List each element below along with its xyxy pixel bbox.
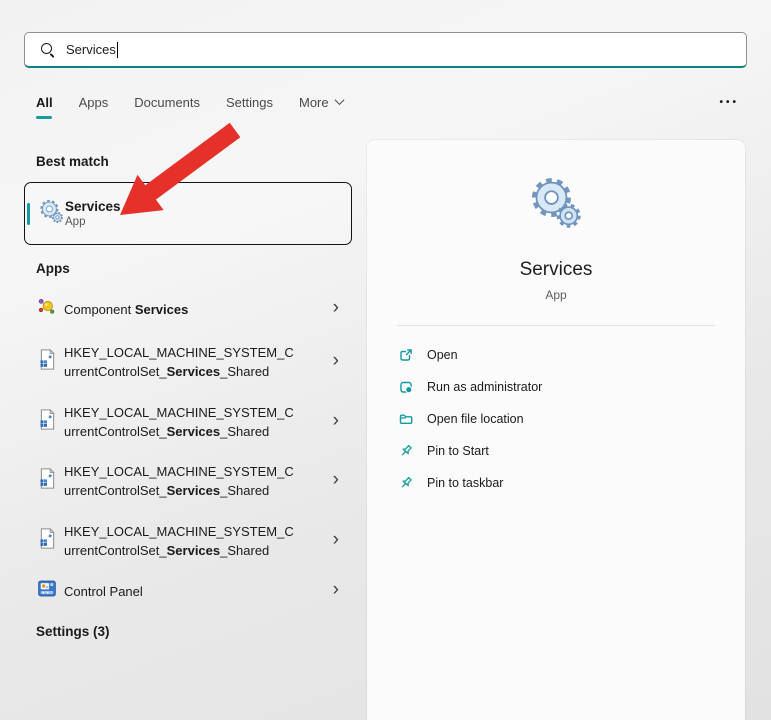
result-label: Component Services: [64, 300, 312, 319]
overflow-menu-button[interactable]: •••: [719, 97, 739, 108]
search-input[interactable]: Services: [24, 32, 747, 68]
pin-icon: [398, 443, 414, 459]
tab-settings-label: Settings: [226, 95, 273, 110]
result-registry-item[interactable]: HKEY_LOCAL_MACHINE_SYSTEM_C urrentContro…: [24, 515, 352, 567]
result-registry-item[interactable]: HKEY_LOCAL_MACHINE_SYSTEM_C urrentContro…: [24, 455, 352, 507]
result-label: Control Panel: [64, 582, 312, 601]
chevron-down-icon: [334, 95, 344, 105]
result-control-panel[interactable]: Control Panel ›: [24, 570, 352, 612]
tab-all[interactable]: All: [36, 95, 53, 119]
tab-selected-indicator: [36, 116, 52, 119]
result-label: HKEY_LOCAL_MACHINE_SYSTEM_C urrentContro…: [64, 403, 312, 441]
action-label: Pin to Start: [427, 444, 489, 458]
folder-icon: [398, 411, 414, 427]
best-match-heading: Best match: [36, 154, 109, 169]
run-admin-icon: [398, 379, 414, 395]
tab-apps-label: Apps: [79, 95, 109, 110]
chevron-right-icon[interactable]: ›: [333, 297, 339, 319]
action-label: Pin to taskbar: [427, 476, 503, 490]
search-icon: [40, 42, 56, 58]
open-external-icon: [398, 347, 414, 363]
chevron-right-icon[interactable]: ›: [333, 350, 339, 372]
action-pin-to-taskbar[interactable]: Pin to taskbar: [367, 467, 745, 499]
action-run-as-administrator[interactable]: Run as administrator: [367, 371, 745, 403]
result-component-services[interactable]: Component Services ›: [24, 288, 352, 330]
result-registry-item[interactable]: HKEY_LOCAL_MACHINE_SYSTEM_C urrentContro…: [24, 336, 352, 388]
best-match-title: Services: [65, 198, 121, 215]
action-pin-to-start[interactable]: Pin to Start: [367, 435, 745, 467]
pin-icon: [398, 475, 414, 491]
action-list: Open Run as administrator Open file loca…: [367, 339, 745, 499]
chevron-right-icon[interactable]: ›: [333, 579, 339, 601]
services-gears-icon-large: [527, 174, 585, 237]
control-panel-icon: [37, 579, 57, 604]
registry-file-icon: [37, 467, 58, 496]
action-open-file-location[interactable]: Open file location: [367, 403, 745, 435]
chevron-right-icon[interactable]: ›: [333, 410, 339, 432]
action-label: Open: [427, 348, 458, 362]
registry-file-icon: [37, 348, 58, 377]
result-label: HKEY_LOCAL_MACHINE_SYSTEM_C urrentContro…: [64, 343, 312, 381]
result-label: HKEY_LOCAL_MACHINE_SYSTEM_C urrentContro…: [64, 462, 312, 500]
tab-documents[interactable]: Documents: [134, 95, 200, 119]
search-value: Services: [66, 42, 116, 57]
tab-apps[interactable]: Apps: [79, 95, 109, 119]
component-services-icon: [37, 297, 57, 322]
action-label: Open file location: [427, 412, 524, 426]
result-label: HKEY_LOCAL_MACHINE_SYSTEM_C urrentContro…: [64, 522, 312, 560]
selection-accent-bar: [27, 203, 30, 225]
best-match-subtitle: App: [65, 215, 121, 230]
search-filter-tabs: All Apps Documents Settings More: [36, 95, 343, 119]
preview-subtitle: App: [545, 288, 566, 302]
tab-more-label: More: [299, 95, 329, 110]
action-open[interactable]: Open: [367, 339, 745, 371]
preview-title: Services: [520, 259, 593, 281]
tab-documents-label: Documents: [134, 95, 200, 110]
result-registry-item[interactable]: HKEY_LOCAL_MACHINE_SYSTEM_C urrentContro…: [24, 396, 352, 448]
text-caret: [117, 42, 118, 58]
tab-settings[interactable]: Settings: [226, 95, 273, 119]
best-match-item-services[interactable]: Services App: [24, 182, 352, 245]
registry-file-icon: [37, 408, 58, 437]
chevron-right-icon[interactable]: ›: [333, 469, 339, 491]
services-gears-icon: [38, 198, 65, 230]
tab-all-label: All: [36, 95, 53, 110]
action-label: Run as administrator: [427, 380, 542, 394]
chevron-right-icon[interactable]: ›: [333, 529, 339, 551]
apps-heading: Apps: [36, 261, 70, 276]
divider: [397, 325, 715, 326]
settings-heading: Settings (3): [36, 624, 110, 639]
registry-file-icon: [37, 527, 58, 556]
tab-more[interactable]: More: [299, 95, 343, 119]
preview-panel: Services App Open Run as administrator O…: [367, 140, 745, 720]
